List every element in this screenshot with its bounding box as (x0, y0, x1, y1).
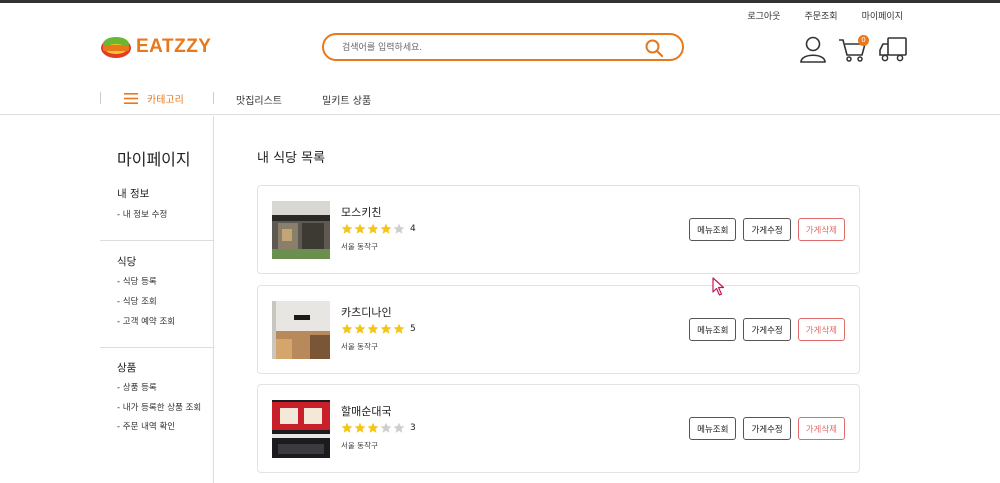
top-bar (0, 0, 1000, 3)
sidebar-item-my-products[interactable]: - 내가 등록한 상품 조회 (117, 401, 201, 413)
rating-stars: 3 (341, 422, 416, 434)
cart-count-badge: 0 (858, 35, 869, 46)
edit-store-button[interactable]: 가게수정 (743, 318, 791, 341)
restaurant-address: 서울 동작구 (341, 242, 378, 251)
sidebar: 마이페이지 내 정보 - 내 정보 수정 식당 - 식당 등록 - 식당 조회 … (100, 116, 214, 483)
delete-store-button[interactable]: 가게삭제 (797, 318, 845, 341)
search-icon[interactable] (644, 38, 664, 58)
rating-value: 5 (410, 324, 416, 334)
restaurant-name[interactable]: 카츠디나인 (341, 304, 392, 320)
star-icon (341, 422, 353, 433)
sidebar-item-edit-info[interactable]: - 내 정보 수정 (117, 208, 167, 220)
sidebar-item-reservations[interactable]: - 고객 예약 조회 (117, 315, 175, 327)
search-input[interactable] (342, 40, 642, 55)
view-menu-button[interactable]: 메뉴조회 (689, 417, 737, 440)
restaurant-thumbnail[interactable] (272, 400, 330, 458)
sidebar-group-title: 상품 (117, 362, 137, 374)
card-actions: 메뉴조회 가게수정 가게삭제 (689, 218, 845, 241)
mouse-cursor-icon (712, 277, 726, 297)
view-menu-button[interactable]: 메뉴조회 (689, 218, 737, 241)
star-icon (354, 323, 366, 334)
restaurant-thumbnail[interactable] (272, 301, 330, 359)
sidebar-item-register-restaurant[interactable]: - 식당 등록 (117, 275, 157, 287)
sidebar-divider (100, 240, 214, 241)
restaurant-card: 모스키친 4 서울 동작구 메뉴조회 가게수정 가게삭제 (257, 185, 860, 274)
star-icon (393, 422, 405, 433)
sidebar-item-register-product[interactable]: - 상품 등록 (117, 381, 157, 393)
sidebar-group-title: 식당 (117, 256, 137, 268)
card-actions: 메뉴조회 가게수정 가게삭제 (689, 318, 845, 341)
nav-divider (213, 92, 214, 104)
rating-value: 3 (410, 423, 416, 433)
sidebar-item-orders[interactable]: - 주문 내역 확인 (117, 420, 175, 432)
sidebar-divider (100, 347, 214, 348)
rating-value: 4 (410, 224, 416, 234)
nav-divider (100, 92, 101, 104)
edit-store-button[interactable]: 가게수정 (743, 218, 791, 241)
star-icon (367, 223, 379, 234)
sidebar-item-view-restaurant[interactable]: - 식당 조회 (117, 295, 157, 307)
restaurant-card: 할매순대국 3 서울 동작구 메뉴조회 가게수정 가게삭제 (257, 384, 860, 473)
star-icon (380, 323, 392, 334)
star-icon (341, 323, 353, 334)
restaurant-name[interactable]: 모스키친 (341, 204, 381, 220)
star-icon (393, 323, 405, 334)
star-icon (341, 223, 353, 234)
rating-stars: 5 (341, 323, 416, 335)
truck-icon[interactable] (878, 34, 908, 64)
nav-mealkit-products[interactable]: 밀키트 상품 (322, 92, 371, 107)
header-icons: 0 (798, 34, 908, 64)
logo-icon (100, 34, 132, 60)
view-menu-button[interactable]: 메뉴조회 (689, 318, 737, 341)
star-icon (380, 223, 392, 234)
edit-store-button[interactable]: 가게수정 (743, 417, 791, 440)
user-icon[interactable] (798, 34, 828, 64)
category-label: 카테고리 (147, 95, 184, 106)
menu-icon (124, 93, 138, 104)
restaurant-thumbnail[interactable] (272, 201, 330, 259)
card-actions: 메뉴조회 가게수정 가게삭제 (689, 417, 845, 440)
mypage-link[interactable]: 마이페이지 (862, 9, 903, 22)
search-bar (322, 33, 684, 61)
star-icon (380, 422, 392, 433)
restaurant-address: 서울 동작구 (341, 342, 378, 351)
cart-icon[interactable]: 0 (838, 34, 869, 64)
star-icon (354, 422, 366, 433)
nav-restaurant-list[interactable]: 맛집리스트 (236, 92, 282, 107)
logout-link[interactable]: 로그아웃 (747, 9, 780, 22)
restaurant-card: 카츠디나인 5 서울 동작구 메뉴조회 가게수정 가게삭제 (257, 285, 860, 374)
logo[interactable]: EATZZY (100, 34, 211, 60)
rating-stars: 4 (341, 223, 416, 235)
sidebar-group-title: 내 정보 (117, 188, 150, 200)
category-menu-button[interactable]: 카테고리 (124, 91, 184, 106)
star-icon (367, 323, 379, 334)
delete-store-button[interactable]: 가게삭제 (797, 417, 845, 440)
star-icon (367, 422, 379, 433)
restaurant-address: 서울 동작구 (341, 441, 378, 450)
logo-text: EATZZY (136, 36, 212, 57)
order-lookup-link[interactable]: 주문조회 (804, 9, 837, 22)
star-icon (354, 223, 366, 234)
sidebar-title: 마이페이지 (117, 150, 191, 169)
star-icon (393, 223, 405, 234)
delete-store-button[interactable]: 가게삭제 (797, 218, 845, 241)
restaurant-name[interactable]: 할매순대국 (341, 403, 392, 419)
global-nav: 카테고리 맛집리스트 밀키트 상품 (0, 84, 1000, 115)
utility-links: 로그아웃 주문조회 마이페이지 (747, 9, 903, 22)
page-title: 내 식당 목록 (257, 151, 326, 166)
